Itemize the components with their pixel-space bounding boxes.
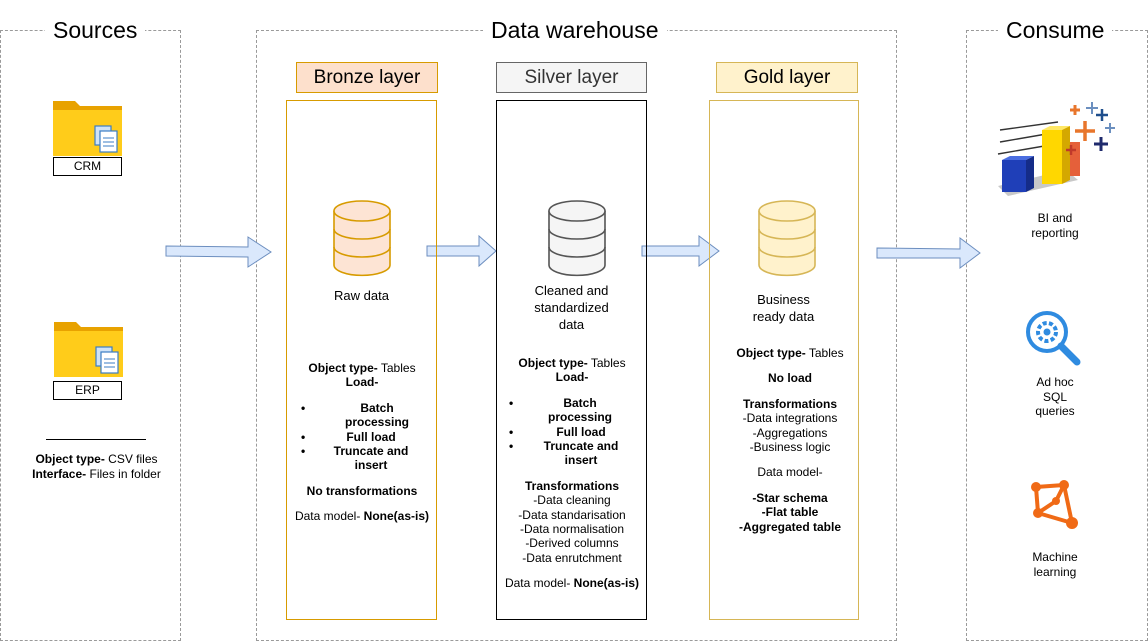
machine-learning-label: Machine learning (1032, 550, 1078, 579)
silver-details: Object type- Tables Load- Batch processi… (499, 356, 645, 591)
object-type-value: CSV files (104, 452, 158, 466)
database-icon (548, 200, 606, 277)
transformation-item: -Data normalisation (519, 522, 625, 537)
transformation-item: -Data cleaning (533, 493, 611, 508)
transformations-text: No transformations (306, 483, 418, 498)
load-list: Batch processing Full load Truncate and … (291, 401, 433, 473)
transformation-item: -Aggregations (752, 425, 828, 440)
list-item: Full load (291, 430, 433, 445)
gold-details: Object type- Tables No load Transformati… (715, 346, 865, 534)
list-item: Truncate and insert (499, 439, 645, 468)
data-model-item: -Aggregated table (738, 519, 841, 534)
folder-icon (54, 322, 123, 377)
silver-caption: Cleaned and standardized data (534, 283, 609, 332)
transformation-item: -Data enrutchment (522, 550, 622, 565)
bronze-caption: Raw data (334, 288, 389, 303)
interface-value: Files in folder (86, 466, 161, 481)
database-icon (333, 200, 391, 277)
load-text: No load (768, 371, 812, 386)
erp-label: ERP (53, 381, 122, 400)
load-label: Load- (555, 370, 589, 385)
bronze-layer-title: Bronze layer (296, 62, 438, 93)
data-model-label: Data model- (757, 465, 823, 480)
list-item: Batch processing (291, 401, 433, 430)
transformation-item: -Business logic (749, 440, 831, 455)
bar-chart-icon (997, 102, 1115, 196)
transformation-item: -Derived columns (525, 536, 619, 551)
load-list: Batch processing Full load Truncate and … (499, 396, 645, 468)
transformations-label: Transformations (742, 396, 838, 411)
gold-layer-title: Gold layer (716, 62, 858, 93)
crm-label: CRM (53, 157, 122, 176)
source-meta: Object type- CSV files Interface- Files … (0, 452, 193, 481)
data-model-item: -Flat table (761, 505, 819, 520)
transformation-item: -Data integrations (742, 411, 838, 426)
consume-title: Consume (998, 17, 1113, 43)
data-model-item: -Star schema (752, 490, 828, 505)
graph-node-icon (1031, 480, 1078, 529)
divider (46, 439, 146, 440)
object-type-value: Tables (587, 356, 626, 370)
adhoc-sql-label: Ad hoc SQL queries (1035, 375, 1075, 418)
object-type-label: Object type- (35, 452, 105, 466)
transformations-label: Transformations (524, 478, 620, 493)
gold-caption: Business ready data (752, 292, 815, 324)
data-model-label: Data model- (294, 509, 364, 524)
arrow-right-icon (165, 236, 272, 268)
sources-title: Sources (45, 17, 146, 43)
arrow-right-icon (876, 237, 981, 269)
bronze-details: Object type- Tables Load- Batch processi… (291, 361, 433, 524)
object-type-value: Tables (805, 346, 844, 360)
transformation-item: -Data standarisation (518, 507, 626, 522)
interface-label: Interface- (32, 466, 87, 481)
database-icon (758, 200, 816, 277)
object-type-value: Tables (377, 361, 416, 375)
list-item: Batch processing (499, 396, 645, 425)
data-model-value: None(as-is) (363, 509, 430, 524)
object-type-label: Object type- (736, 346, 806, 360)
search-gear-icon (1026, 311, 1081, 366)
folder-icon (53, 101, 122, 156)
object-type-label: Object type- (308, 361, 378, 375)
data-model-label: Data model- (504, 576, 574, 591)
object-type-label: Object type- (518, 356, 588, 370)
bronze-layer-box (286, 100, 437, 620)
load-label: Load- (345, 375, 379, 390)
list-item: Truncate and insert (291, 444, 433, 473)
list-item: Full load (499, 425, 645, 440)
silver-layer-title: Silver layer (496, 62, 647, 93)
data-model-value: None(as-is) (573, 576, 640, 591)
warehouse-title: Data warehouse (483, 17, 667, 43)
bi-reporting-label: BI and reporting (1031, 211, 1079, 240)
